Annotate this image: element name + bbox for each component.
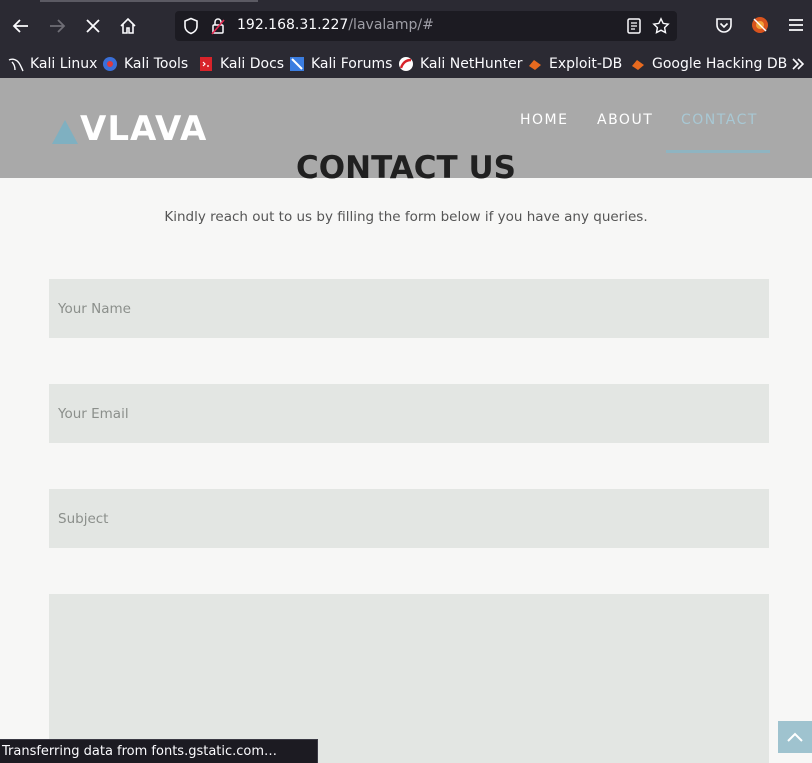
name-input[interactable]	[49, 279, 769, 338]
bookmark-kali-nethunter[interactable]: Kali NetHunter	[398, 54, 522, 74]
back-to-top-button[interactable]	[778, 721, 812, 753]
nav-contact[interactable]: CONTACT	[681, 112, 758, 128]
arrow-right-icon	[50, 19, 66, 33]
stop-loading-button[interactable]	[79, 12, 107, 40]
bookmarks-overflow-button[interactable]	[790, 54, 812, 74]
kali-forums-icon	[290, 57, 304, 71]
extension-icon[interactable]	[750, 15, 770, 35]
bookmark-label: Kali Tools	[124, 56, 189, 72]
email-input[interactable]	[49, 384, 769, 443]
bookmark-label: Exploit-DB	[549, 56, 623, 72]
shield-icon[interactable]	[182, 17, 200, 35]
bookmark-label: Kali Docs	[220, 56, 285, 72]
insecure-lock-icon[interactable]	[209, 17, 227, 35]
arrow-left-icon	[12, 19, 28, 33]
bookmark-google-hacking-db[interactable]: Google Hacking DB	[630, 54, 787, 74]
message-textarea[interactable]	[49, 594, 769, 763]
triangle-logo-icon	[52, 120, 78, 144]
bookmark-label: Kali Forums	[311, 56, 393, 72]
home-icon	[120, 17, 136, 34]
contact-title: CONTACT US	[296, 150, 516, 186]
kali-dragon-icon	[8, 58, 24, 72]
forward-button[interactable]	[43, 12, 71, 40]
close-icon	[86, 19, 100, 33]
bookmark-label: Kali NetHunter	[420, 56, 523, 72]
chevron-up-icon	[787, 732, 803, 742]
double-chevron-right-icon	[792, 58, 805, 70]
url-path: /lavalamp/#	[348, 17, 434, 33]
bookmark-kali-tools[interactable]: Kali Tools	[102, 54, 188, 74]
web-page: VLAVA HOME ABOUT CONTACT CONTACT US Kind…	[0, 78, 812, 763]
back-button[interactable]	[7, 12, 35, 40]
nav-home[interactable]: HOME	[520, 112, 568, 128]
kali-tools-icon	[103, 57, 117, 71]
pocket-icon[interactable]	[714, 15, 734, 35]
reader-view-icon[interactable]	[625, 17, 643, 35]
contact-subtitle: Kindly reach out to us by filling the fo…	[164, 209, 648, 225]
nav-about[interactable]: ABOUT	[597, 112, 653, 128]
exploit-db-icon	[529, 60, 541, 70]
status-bar: Transferring data from fonts.gstatic.com…	[0, 739, 318, 763]
url-text[interactable]: 192.168.31.227/lavalamp/#	[237, 17, 434, 33]
bookmark-star-icon[interactable]	[652, 17, 670, 35]
home-button[interactable]	[114, 12, 142, 40]
bookmark-kali-forums[interactable]: Kali Forums	[289, 54, 392, 74]
url-bar[interactable]: 192.168.31.227/lavalamp/#	[175, 11, 677, 41]
active-tab-indicator	[40, 0, 258, 2]
bookmark-label: Google Hacking DB	[652, 56, 788, 72]
kali-nethunter-icon	[399, 57, 413, 71]
hamburger-menu-icon[interactable]	[786, 15, 806, 35]
browser-toolbar: 192.168.31.227/lavalamp/#	[0, 0, 812, 50]
bookmarks-bar: Kali Linux Kali Tools Kali Docs Kali For…	[0, 50, 812, 78]
site-logo[interactable]: VLAVA	[52, 110, 207, 148]
ghdb-icon	[632, 60, 644, 70]
bookmark-kali-linux[interactable]: Kali Linux	[8, 54, 97, 74]
url-host: 192.168.31.227	[237, 17, 349, 33]
bookmark-exploit-db[interactable]: Exploit-DB	[527, 54, 622, 74]
subject-input[interactable]	[49, 489, 769, 548]
bookmark-kali-docs[interactable]: Kali Docs	[198, 54, 284, 74]
bookmark-label: Kali Linux	[30, 56, 98, 72]
logo-text: VLAVA	[80, 109, 208, 149]
kali-docs-icon	[200, 57, 212, 71]
